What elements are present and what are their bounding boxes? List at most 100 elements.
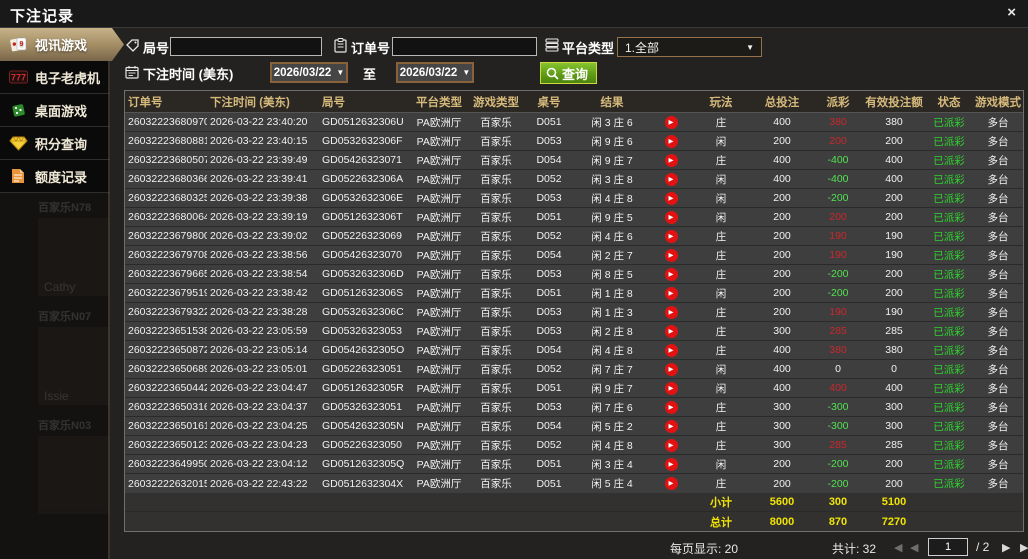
cell-valid-bet: 190	[885, 306, 903, 318]
cell-play-type: 闲	[715, 363, 727, 376]
replay-video-button[interactable]: ▶	[664, 134, 678, 148]
table-row: 260322236501615 2026-03-22 23:04:25 GD0542…	[125, 417, 1023, 436]
cell-game-type: 百家乐	[480, 230, 512, 243]
sidebar-item-live-video-games[interactable]: 9 视讯游戏	[0, 28, 124, 61]
round-number-input[interactable]	[170, 37, 322, 56]
replay-video-button[interactable]: ▶	[664, 210, 678, 224]
date-range-to-label: 至	[363, 67, 377, 82]
replay-video-button[interactable]: ▶	[664, 362, 678, 376]
cell-play-type: 闲	[715, 173, 727, 186]
cell-platform: PA欧洲厅	[416, 401, 462, 414]
sidebar-item-table-games[interactable]: 桌面游戏	[0, 94, 110, 127]
cell-round-number: GD05326323051	[322, 401, 402, 413]
cell-platform: PA欧洲厅	[416, 268, 462, 281]
cell-result: 闲 9 庄 6	[591, 135, 633, 148]
cell-total-bet: 200	[773, 287, 791, 299]
date-from-picker[interactable]: 2026/03/22 ▼	[270, 62, 348, 83]
cell-bet-time: 2026-03-22 23:38:56	[210, 249, 308, 261]
cell-total-bet: 400	[773, 382, 791, 394]
date-to-picker[interactable]: 2026/03/22 ▼	[396, 62, 474, 83]
replay-video-button[interactable]: ▶	[664, 172, 678, 186]
cell-game-type: 百家乐	[480, 363, 512, 376]
table-row: 260322236803660 2026-03-22 23:39:41 GD0522…	[125, 170, 1023, 189]
cell-payout: 200	[829, 211, 847, 223]
query-button[interactable]: 查询	[540, 62, 598, 84]
cell-table-number: D054	[536, 249, 562, 261]
replay-video-button[interactable]: ▶	[664, 381, 678, 395]
cell-round-number: GD05426323071	[322, 154, 402, 166]
subtotal-row: 小计 5600 300 5100	[125, 493, 1023, 512]
replay-video-button[interactable]: ▶	[664, 191, 678, 205]
replay-video-button[interactable]: ▶	[664, 286, 678, 300]
prev-page-icon[interactable]: ◀	[910, 541, 918, 554]
close-icon[interactable]: ×	[1007, 5, 1016, 21]
round-number-label: 局号	[143, 41, 170, 56]
cell-valid-bet: 200	[885, 287, 903, 299]
column-header: 总投注	[764, 96, 800, 109]
cell-result: 闲 5 庄 2	[591, 420, 633, 433]
cell-valid-bet: 200	[885, 211, 903, 223]
cell-play-type: 庄	[715, 268, 727, 281]
replay-video-button[interactable]: ▶	[664, 438, 678, 452]
column-header: 有效投注额	[865, 96, 923, 109]
cell-platform: PA欧洲厅	[416, 173, 462, 186]
cell-total-bet: 200	[773, 306, 791, 318]
cell-valid-bet: 380	[885, 116, 903, 128]
next-page-icon[interactable]: ▶	[1002, 541, 1010, 554]
cell-result: 闲 3 庄 4	[591, 458, 633, 471]
cell-game-mode: 多台	[987, 439, 1009, 452]
cell-order-number: 260322236501236	[128, 439, 207, 451]
cell-table-number: D053	[536, 192, 562, 204]
cell-order-number: 260322236809709	[128, 116, 207, 128]
cell-total-bet: 200	[773, 477, 791, 490]
replay-video-button[interactable]: ▶	[664, 400, 678, 414]
order-number-input[interactable]	[392, 37, 537, 56]
cell-game-mode: 多台	[987, 268, 1009, 281]
replay-video-button[interactable]: ▶	[664, 267, 678, 281]
replay-video-button[interactable]: ▶	[664, 419, 678, 433]
cell-bet-time: 2026-03-22 23:39:49	[210, 154, 308, 166]
platform-type-select[interactable]: 1.全部 ▼	[617, 37, 762, 57]
cell-payout: 380	[829, 344, 847, 356]
cell-payout: -200	[827, 268, 849, 280]
cell-round-number: GD0532632306F	[322, 135, 403, 147]
replay-video-button[interactable]: ▶	[664, 477, 678, 490]
cell-result: 闲 2 庄 8	[591, 325, 633, 338]
first-page-icon[interactable]: ◀	[894, 541, 902, 554]
table-row: 260322236796650 2026-03-22 23:38:54 GD0532…	[125, 265, 1023, 284]
sidebar-item-credit-records[interactable]: 额度记录	[0, 160, 110, 193]
order-number-label: 订单号	[351, 41, 391, 56]
cell-bet-time: 2026-03-22 22:43:22	[210, 477, 308, 490]
cell-play-type: 庄	[715, 249, 727, 262]
replay-video-button[interactable]: ▶	[664, 153, 678, 167]
calendar-icon	[125, 65, 139, 79]
cell-platform: PA欧洲厅	[416, 249, 462, 262]
cell-table-number: D053	[536, 325, 562, 337]
cell-bet-time: 2026-03-22 23:04:47	[210, 382, 308, 394]
subtotal-row-value: 5100	[881, 496, 907, 508]
cell-round-number: GD0532632306C	[322, 306, 404, 318]
search-icon	[546, 67, 559, 80]
sidebar-item-slot-machines[interactable]: 777 电子老虎机	[0, 61, 110, 94]
page-number-input[interactable]	[928, 538, 968, 556]
replay-video-button[interactable]: ▶	[664, 305, 678, 319]
replay-video-button[interactable]: ▶	[664, 248, 678, 262]
table-row: 260322236501236 2026-03-22 23:04:23 GD0522…	[125, 436, 1023, 455]
table-row: 260322236506895 2026-03-22 23:05:01 GD0522…	[125, 360, 1023, 379]
cell-result: 闲 4 庄 8	[591, 192, 633, 205]
cell-status: 已派彩	[933, 458, 965, 471]
cell-total-bet: 200	[773, 458, 791, 470]
replay-video-button[interactable]: ▶	[664, 115, 678, 129]
replay-video-button[interactable]: ▶	[664, 343, 678, 357]
sidebar-item-points-inquiry[interactable]: 积分查询	[0, 127, 110, 160]
table-summary: 小计 5600 300 5100 总计 8000 870 7270	[125, 493, 1023, 531]
replay-video-button[interactable]: ▶	[664, 324, 678, 338]
last-page-icon[interactable]: ▶	[1020, 541, 1028, 554]
replay-video-button[interactable]: ▶	[664, 229, 678, 243]
replay-video-button[interactable]: ▶	[664, 457, 678, 471]
tag-icon	[126, 39, 140, 53]
cell-game-type: 百家乐	[480, 268, 512, 281]
cell-valid-bet: 200	[885, 477, 903, 490]
grand-total-row-value: 8000	[769, 515, 795, 528]
grand-total-row-value: 870	[828, 515, 848, 528]
